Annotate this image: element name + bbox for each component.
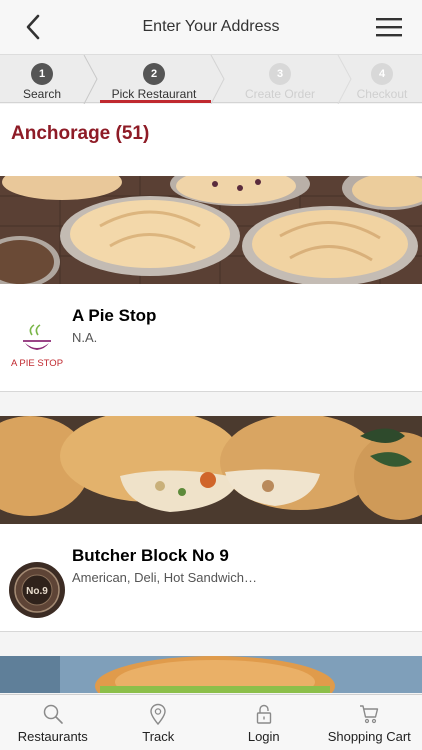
step-label: Search <box>22 87 62 101</box>
restaurant-photo-burger <box>0 656 422 693</box>
restaurant-info: No.9 Butcher Block No 9 American, Deli, … <box>0 524 422 631</box>
logo-text: No.9 <box>26 586 48 597</box>
restaurant-list[interactable]: Anchorage (51) A PIE STOP A Pie Stop N.A… <box>0 104 422 693</box>
restaurant-cuisine: American, Deli, Hot Sandwich… <box>72 570 257 585</box>
restaurant-name: A Pie Stop <box>72 306 157 325</box>
restaurant-photo-pies <box>0 176 422 284</box>
restaurant-name: Butcher Block No 9 <box>72 546 229 565</box>
lock-icon <box>256 704 271 724</box>
step-label: Create Order <box>244 87 316 101</box>
bottom-tab-bar: Restaurants Track Login Shopping Cart <box>0 694 422 750</box>
tab-track[interactable]: Track <box>106 695 212 750</box>
order-progress-steps: 1 Search 2 Pick Restaurant 3 Create Orde… <box>0 54 422 104</box>
active-step-indicator <box>100 100 211 103</box>
tab-shopping-cart[interactable]: Shopping Cart <box>317 695 422 750</box>
step-number: 1 <box>31 63 53 85</box>
tab-restaurants[interactable]: Restaurants <box>0 695 106 750</box>
hamburger-menu-icon[interactable] <box>376 16 402 38</box>
restaurant-card-partial[interactable] <box>0 656 422 693</box>
tab-login[interactable]: Login <box>211 695 317 750</box>
restaurant-cuisine: N.A. <box>72 330 98 345</box>
page-title: Enter Your Address <box>142 18 280 35</box>
map-pin-icon <box>150 703 166 725</box>
restaurant-logo-a-pie-stop: A PIE STOP <box>8 321 66 379</box>
back-arrow-icon[interactable] <box>20 13 48 41</box>
step-number: 3 <box>269 63 291 85</box>
step-checkout: 4 Checkout <box>348 55 416 104</box>
search-icon <box>43 704 63 724</box>
step-number: 2 <box>143 63 165 85</box>
tab-label: Track <box>142 729 175 744</box>
step-pick-restaurant[interactable]: 2 Pick Restaurant <box>97 55 211 104</box>
step-label: Pick Restaurant <box>111 87 197 101</box>
restaurant-card-a-pie-stop[interactable]: A PIE STOP A Pie Stop N.A. <box>0 176 422 392</box>
city-heading: Anchorage (51) <box>11 123 150 144</box>
restaurant-card-butcher-block-no-9[interactable]: No.9 Butcher Block No 9 American, Deli, … <box>0 416 422 632</box>
restaurant-logo-butcher-block: No.9 <box>8 561 66 619</box>
tab-label: Shopping Cart <box>327 729 411 744</box>
step-create-order: 3 Create Order <box>222 55 338 104</box>
step-number: 4 <box>371 63 393 85</box>
cart-icon <box>360 705 379 724</box>
top-bar: Enter Your Address <box>0 0 422 54</box>
logo-text: A PIE STOP <box>11 358 63 369</box>
step-search[interactable]: 1 Search <box>0 55 84 104</box>
step-label: Checkout <box>356 87 408 101</box>
tab-label: Login <box>247 729 280 744</box>
restaurant-photo-pot-pies <box>0 416 422 524</box>
tab-label: Restaurants <box>17 729 88 744</box>
city-header: Anchorage (51) <box>0 104 422 176</box>
restaurant-info: A PIE STOP A Pie Stop N.A. <box>0 284 422 391</box>
